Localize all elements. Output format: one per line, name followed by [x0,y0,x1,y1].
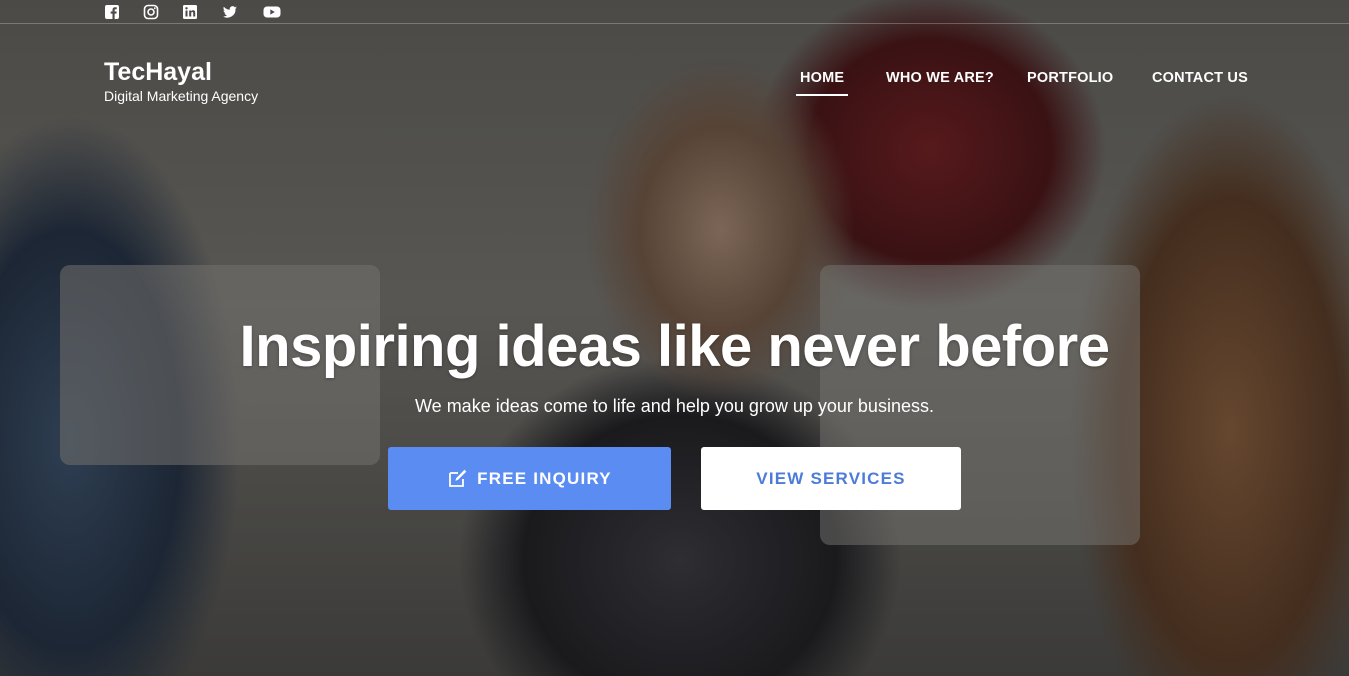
brand-tagline: Digital Marketing Agency [104,88,259,104]
hero-headline: Inspiring ideas like never before [239,314,1110,379]
facebook-icon[interactable] [104,4,120,20]
brand-name: TecHayal [104,58,212,86]
nav-item-portfolio[interactable]: PORTFOLIO [1027,70,1113,86]
view-services-label: VIEW SERVICES [756,468,906,488]
view-services-button[interactable]: VIEW SERVICES [701,447,961,510]
twitter-icon[interactable] [222,4,238,20]
social-bar [0,0,1349,24]
instagram-icon[interactable] [143,4,159,20]
hero-subheadline: We make ideas come to life and help you … [415,396,934,416]
free-inquiry-button[interactable]: FREE INQUIRY [388,447,671,510]
nav-item-home[interactable]: HOME [795,70,849,96]
free-inquiry-label: FREE INQUIRY [477,468,612,488]
youtube-icon[interactable] [263,4,281,20]
brand-logo[interactable]: TecHayal Digital Marketing Agency [104,58,258,105]
edit-icon [447,468,468,489]
linkedin-icon[interactable] [182,4,198,20]
nav-item-contact-us[interactable]: CONTACT US [1152,70,1248,86]
nav-item-who-we-are[interactable]: WHO WE ARE? [886,70,994,86]
